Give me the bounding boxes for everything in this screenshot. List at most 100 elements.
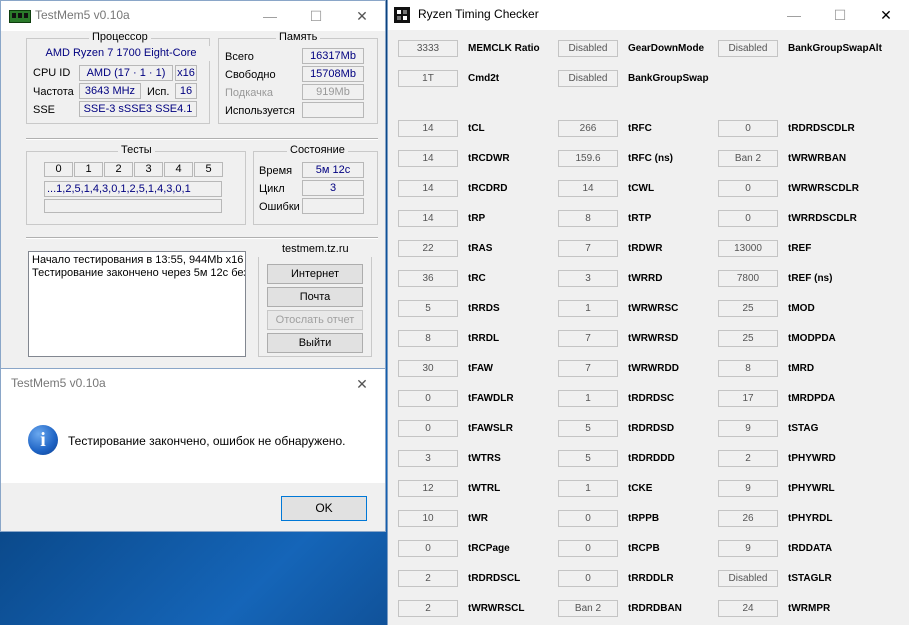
rtc-title: Ryzen Timing Checker — [418, 7, 539, 21]
minimize-icon[interactable]: — — [771, 0, 817, 30]
timing-label: tRRDL — [468, 333, 500, 344]
send-report-button[interactable]: Отослать отчет — [267, 310, 363, 330]
maximize-icon[interactable]: ☐ — [293, 1, 339, 31]
timing-value: Disabled — [718, 570, 778, 587]
test-column-cell: 4 — [164, 162, 193, 177]
timing-label: tWRWRSCL — [468, 603, 525, 614]
use-field: 16 — [175, 83, 197, 99]
freq-field: 3643 MHz — [79, 83, 141, 99]
close-icon[interactable]: ✕ — [339, 1, 385, 31]
mail-button[interactable]: Почта — [267, 287, 363, 307]
test-column-cell: 5 — [194, 162, 223, 177]
free-field: 15708Mb — [302, 66, 364, 82]
timing-value: 7 — [558, 240, 618, 257]
state-group-title: Состояние — [287, 144, 348, 156]
timing-value: 17 — [718, 390, 778, 407]
timing-value: 8 — [718, 360, 778, 377]
timing-label: tPHYRDL — [788, 513, 833, 524]
timing-value: 13000 — [718, 240, 778, 257]
testmem-title: TestMem5 v0.10a — [35, 8, 130, 22]
timing-value: 0 — [718, 210, 778, 227]
timing-label: tRP — [468, 213, 486, 224]
free-label: Свободно — [225, 69, 276, 81]
internet-button[interactable]: Интернет — [267, 264, 363, 284]
timing-value: Disabled — [558, 70, 618, 87]
timing-label: tMRD — [788, 363, 815, 374]
timing-label: tRCPage — [468, 543, 510, 554]
time-field: 5м 12с — [302, 162, 364, 178]
timing-value: 0 — [398, 540, 458, 557]
timing-value: Disabled — [558, 40, 618, 57]
timing-value: 10 — [398, 510, 458, 527]
timing-label: tRRDS — [468, 303, 500, 314]
timing-value: 22 — [398, 240, 458, 257]
timing-label: tRFC — [628, 123, 652, 134]
timing-value: Disabled — [718, 40, 778, 57]
cpuid-field: AMD (17 · 1 · 1) — [79, 65, 173, 81]
test-column-cell: 1 — [74, 162, 103, 177]
timing-value: 25 — [718, 300, 778, 317]
timing-value: 12 — [398, 480, 458, 497]
minimize-icon[interactable]: — — [247, 1, 293, 31]
timing-value: 0 — [398, 420, 458, 437]
timing-label: tWRWRSC — [628, 303, 679, 314]
memory-chip-icon — [9, 10, 31, 23]
timing-label: tSTAG — [788, 423, 819, 434]
timing-label: BankGroupSwap — [628, 73, 709, 84]
used-field — [302, 102, 364, 118]
timing-value: 7 — [558, 330, 618, 347]
timing-value: 7 — [558, 360, 618, 377]
timing-value: Ban 2 — [558, 600, 618, 617]
timing-label: tFAW — [468, 363, 493, 374]
testmem-window: TestMem5 v0.10a — ☐ ✕ Процессор AMD Ryze… — [0, 0, 386, 372]
processor-group-title: Процессор — [89, 31, 151, 43]
rtc-app-icon — [394, 7, 410, 23]
exit-button[interactable]: Выйти — [267, 333, 363, 353]
timing-value: 25 — [718, 330, 778, 347]
timing-value: 26 — [718, 510, 778, 527]
close-icon[interactable]: ✕ — [863, 0, 909, 30]
timing-label: tRDRDBAN — [628, 603, 682, 614]
timing-value: 5 — [558, 420, 618, 437]
timing-value: 7800 — [718, 270, 778, 287]
test-sequence-field: ...1,2,5,1,4,3,0,1,2,5,1,4,3,0,1 — [44, 181, 222, 197]
timing-label: tWRMPR — [788, 603, 831, 614]
timing-label: tRPPB — [628, 513, 660, 524]
log-textbox[interactable]: Начало тестирования в 13:55, 944Mb x16 Те… — [28, 251, 246, 357]
swap-label: Подкачка — [225, 87, 274, 99]
maximize-icon[interactable]: ☐ — [817, 0, 863, 30]
timing-label: BankGroupSwapAlt — [788, 43, 882, 54]
dialog-title: TestMem5 v0.10a — [11, 376, 106, 390]
timing-value: 2 — [398, 600, 458, 617]
timing-value: 0 — [558, 510, 618, 527]
timing-value: 0 — [398, 390, 458, 407]
timing-label: tRRDDLR — [628, 573, 674, 584]
errors-label: Ошибки — [259, 201, 300, 213]
timing-value: 24 — [718, 600, 778, 617]
timing-value: 0 — [718, 180, 778, 197]
timing-value: 1 — [558, 390, 618, 407]
timing-label: tMODPDA — [788, 333, 836, 344]
timing-label: tRCDRD — [468, 183, 508, 194]
time-label: Время — [259, 165, 293, 177]
timing-value: 14 — [398, 210, 458, 227]
total-field: 16317Mb — [302, 48, 364, 64]
timing-label: tRC — [468, 273, 486, 284]
timing-value: 14 — [558, 180, 618, 197]
timing-label: tWTRS — [468, 453, 501, 464]
timing-value: 9 — [718, 420, 778, 437]
timing-value: 3 — [398, 450, 458, 467]
use-label: Исп. — [147, 86, 170, 98]
timing-value: 9 — [718, 540, 778, 557]
timing-value: Ban 2 — [718, 150, 778, 167]
timing-label: tRDDATA — [788, 543, 833, 554]
message-dialog: TestMem5 v0.10a ✕ i Тестирование законче… — [0, 368, 386, 532]
close-icon[interactable]: ✕ — [339, 369, 385, 399]
ok-button[interactable]: OK — [281, 496, 367, 521]
timing-value: 1T — [398, 70, 458, 87]
timing-label: tWR — [468, 513, 488, 524]
timing-label: tMRDPDA — [788, 393, 836, 404]
timing-value: 0 — [718, 120, 778, 137]
tests-group-title: Тесты — [118, 144, 155, 156]
timing-value: 36 — [398, 270, 458, 287]
